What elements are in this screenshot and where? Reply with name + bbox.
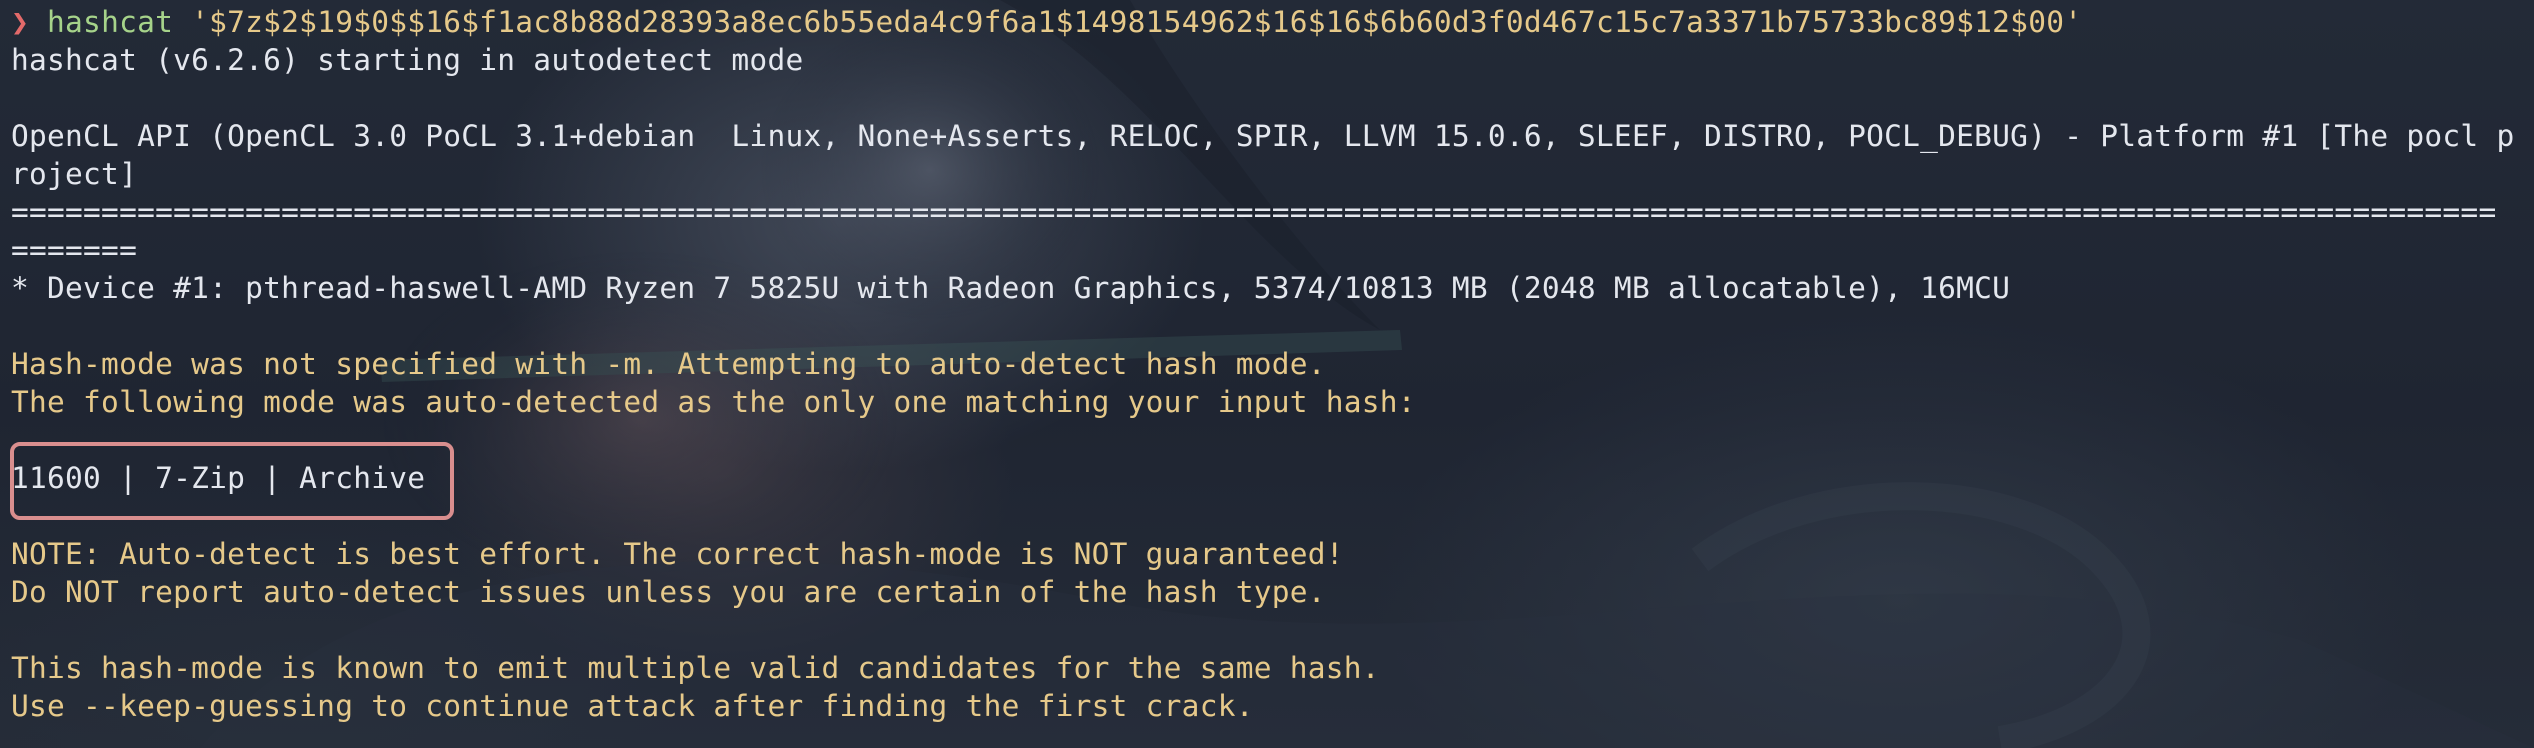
command-name: hashcat: [47, 5, 174, 39]
opencl-line-1: OpenCL API (OpenCL 3.0 PoCL 3.1+debian L…: [11, 119, 2515, 153]
candidates-line-1: This hash-mode is known to emit multiple…: [11, 651, 1380, 685]
hash-mode-line-1: Hash-mode was not specified with -m. Att…: [11, 347, 1326, 381]
prompt-arrow-icon: ❯: [11, 5, 30, 39]
command-argument: '$7z$2$19$0$$16$f1ac8b88d28393a8ec6b55ed…: [173, 5, 2083, 39]
candidates-line-2: Use --keep-guessing to continue attack a…: [11, 689, 1254, 723]
note-line-2: Do NOT report auto-detect issues unless …: [11, 575, 1326, 609]
note-line-1: NOTE: Auto-detect is best effort. The co…: [11, 537, 1344, 571]
separator-line-2: =======: [11, 233, 138, 267]
prompt-line: ❯ hashcat '$7z$2$19$0$$16$f1ac8b88d28393…: [11, 3, 2525, 41]
device-line: * Device #1: pthread-haswell-AMD Ryzen 7…: [11, 271, 2011, 305]
terminal-window[interactable]: ❯ hashcat '$7z$2$19$0$$16$f1ac8b88d28393…: [0, 0, 2534, 748]
detected-mode-highlight: [10, 442, 454, 520]
separator-line-1: ========================================…: [11, 195, 2497, 229]
hash-mode-line-2: The following mode was auto-detected as …: [11, 385, 1416, 419]
terminal-output: ❯ hashcat '$7z$2$19$0$$16$f1ac8b88d28393…: [11, 3, 2525, 725]
opencl-line-2: roject]: [11, 157, 138, 191]
start-line: hashcat (v6.2.6) starting in autodetect …: [11, 43, 804, 77]
